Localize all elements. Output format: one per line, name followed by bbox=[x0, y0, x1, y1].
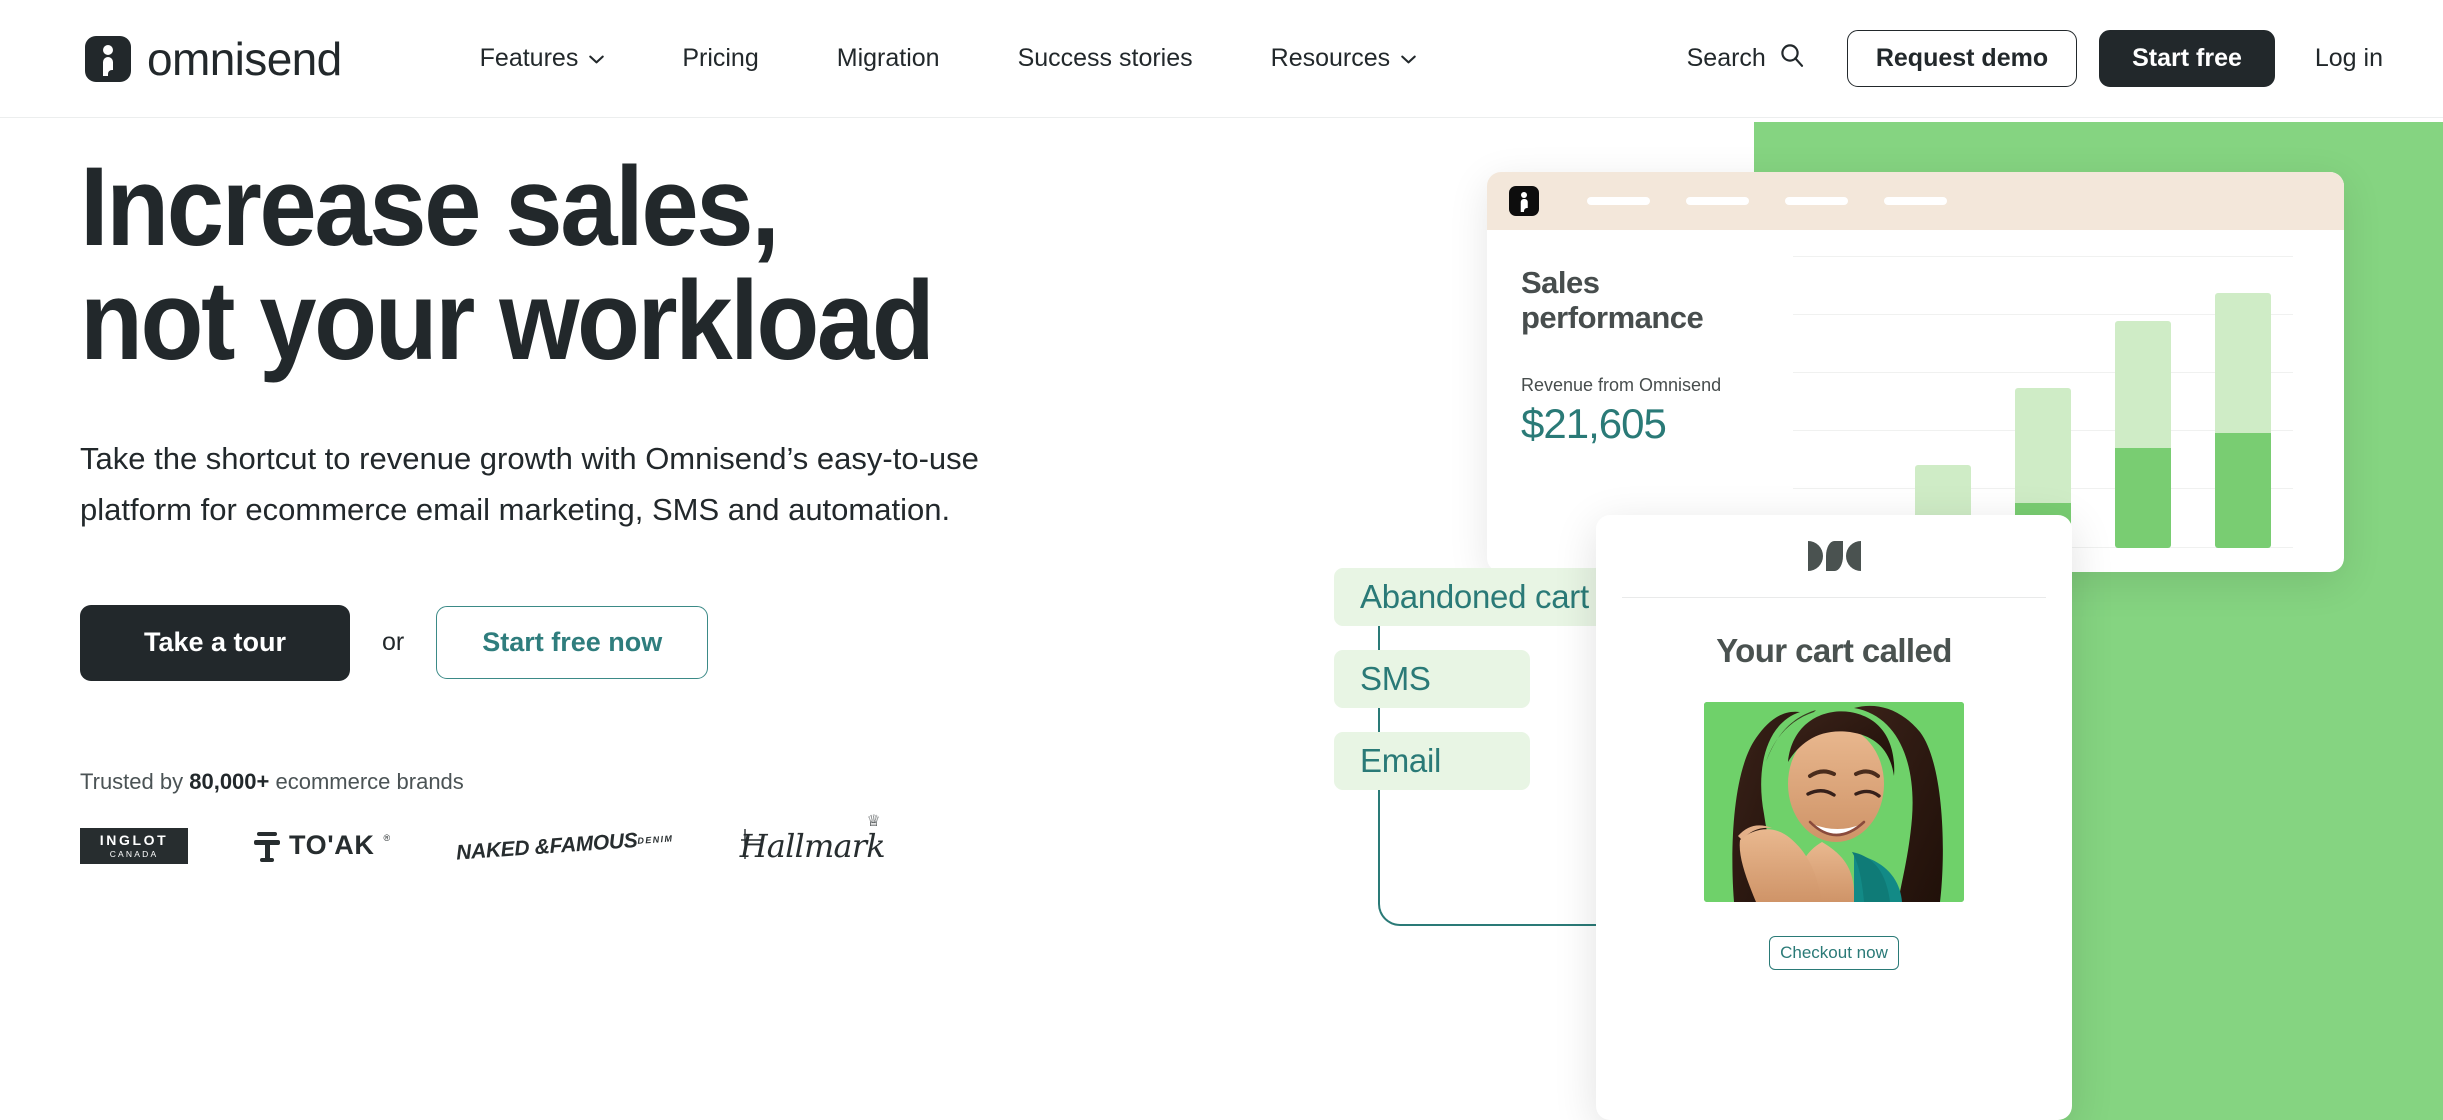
cta-separator-label: or bbox=[382, 628, 405, 657]
nav-placeholder-pill bbox=[1686, 197, 1749, 205]
chart-bar-segment-base bbox=[2215, 433, 2271, 548]
inglot-name: INGLOT bbox=[99, 832, 169, 849]
chart-bars-container bbox=[1793, 256, 2293, 548]
hero-subhead: Take the shortcut to revenue growth with… bbox=[80, 441, 979, 527]
hallmark-cross-icon bbox=[740, 828, 762, 859]
logo-wordmark: omnisend bbox=[147, 32, 342, 85]
login-link[interactable]: Log in bbox=[2315, 44, 2383, 73]
chevron-down-icon bbox=[1401, 55, 1416, 64]
trusted-count: 80,000+ bbox=[189, 768, 270, 794]
omnisend-logo-icon bbox=[85, 35, 131, 82]
hero-content: Increase sales, not your workload Take t… bbox=[80, 149, 1480, 865]
omnisend-mark-icon bbox=[1509, 186, 1539, 216]
dashboard-nav-placeholders bbox=[1587, 197, 1947, 205]
chip-label: Email bbox=[1360, 742, 1442, 779]
omnisend-logo[interactable]: omnisend bbox=[85, 32, 342, 86]
chart-bar-segment-growth bbox=[2115, 320, 2171, 448]
nav-item-pricing[interactable]: Pricing bbox=[656, 34, 784, 83]
nav-item-features[interactable]: Features bbox=[454, 34, 631, 83]
take-a-tour-button[interactable]: Take a tour bbox=[80, 604, 350, 681]
trusted-suffix: ecommerce brands bbox=[269, 768, 464, 794]
divider bbox=[1622, 597, 2046, 598]
checkout-now-button[interactable]: Checkout now bbox=[1769, 936, 1899, 970]
email-headline: Your cart called bbox=[1716, 632, 1952, 669]
trusted-by-text: Trusted by 80,000+ ecommerce brands bbox=[80, 769, 1480, 795]
chart-bar-slot bbox=[1893, 256, 1993, 548]
nav-label: Migration bbox=[836, 44, 940, 72]
dashboard-title-line-2: performance bbox=[1521, 299, 1704, 335]
headline-line-2: not your workload bbox=[80, 258, 935, 384]
header-actions: Search Request demo Start free Log in bbox=[1683, 30, 2383, 87]
page-title: Increase sales, not your workload bbox=[80, 149, 1368, 384]
chart-bar-slot bbox=[2193, 256, 2293, 548]
email-hero-photo bbox=[1704, 702, 1964, 902]
dashboard-title: Sales performance bbox=[1521, 265, 1751, 335]
chart-bar-slot bbox=[1993, 256, 2093, 548]
nav-label: Success stories bbox=[1017, 44, 1193, 72]
flow-chip-sms[interactable]: SMS bbox=[1334, 650, 1530, 708]
nf-line-1: NAKED & bbox=[455, 834, 551, 865]
toak-registered-mark: ® bbox=[383, 832, 391, 843]
headline-line-1: Increase sales, bbox=[80, 144, 780, 269]
chart-bar-segment-growth bbox=[2015, 388, 2071, 504]
nav-item-migration[interactable]: Migration bbox=[811, 34, 966, 83]
nav-label: Resources bbox=[1270, 44, 1391, 72]
chart-bar bbox=[2215, 292, 2271, 548]
sales-dashboard-card: Sales performance Revenue from Omnisend … bbox=[1487, 172, 2344, 572]
toak-glyph-icon bbox=[254, 829, 280, 863]
flow-chip-email[interactable]: Email bbox=[1334, 732, 1530, 790]
email-preview-card: Your cart called Checkout now bbox=[1596, 515, 2072, 1120]
nf-line-2: FAMOUS bbox=[548, 828, 639, 858]
search-button[interactable]: Search bbox=[1683, 34, 1809, 83]
brand-mark-icon bbox=[1596, 515, 2072, 597]
inglot-sub: CANADA bbox=[109, 849, 159, 860]
nav-placeholder-pill bbox=[1785, 197, 1848, 205]
nav-label: Pricing bbox=[682, 44, 759, 72]
nf-line-3: DENIM bbox=[637, 833, 674, 846]
hero-page: omnisend Features Pricing Migration Succ… bbox=[0, 0, 2443, 1120]
chart-bar bbox=[2115, 320, 2171, 548]
trusted-prefix: Trusted by bbox=[80, 768, 190, 794]
nav-item-resources[interactable]: Resources bbox=[1245, 34, 1443, 83]
chip-label: Abandoned cart bbox=[1360, 578, 1589, 615]
site-header: omnisend Features Pricing Migration Succ… bbox=[0, 0, 2443, 118]
chart-bar-segment-growth bbox=[2215, 292, 2271, 434]
brand-logo-inglot: INGLOT CANADA bbox=[80, 827, 188, 864]
flow-connector-segment bbox=[1378, 708, 1380, 732]
chart-bar-slot bbox=[2093, 256, 2193, 548]
start-free-button[interactable]: Start free bbox=[2099, 30, 2275, 87]
brand-logos-row: INGLOT CANADA TO'AK ® NAKED & FAMOUS DEN… bbox=[80, 813, 1480, 865]
flow-connector-segment bbox=[1378, 626, 1380, 650]
primary-navigation: Features Pricing Migration Success stori… bbox=[454, 34, 1442, 83]
chart-bar-segment-base bbox=[2115, 447, 2171, 548]
request-demo-button[interactable]: Request demo bbox=[1846, 30, 2078, 87]
nav-label: Features bbox=[479, 44, 579, 72]
brand-logo-toak: TO'AK ® bbox=[254, 829, 390, 863]
nav-placeholder-pill bbox=[1884, 197, 1947, 205]
brand-logo-naked-and-famous: NAKED & FAMOUS DENIM bbox=[455, 828, 675, 865]
search-icon bbox=[1779, 42, 1805, 75]
dashboard-card-header bbox=[1487, 172, 2344, 230]
chart-bar-slot bbox=[1793, 256, 1893, 548]
start-free-now-button[interactable]: Start free now bbox=[436, 606, 709, 680]
toak-name: TO'AK bbox=[289, 830, 375, 861]
hero-cta-row: Take a tour or Start free now bbox=[80, 604, 1480, 681]
search-label: Search bbox=[1686, 44, 1766, 72]
dashboard-title-line-1: Sales bbox=[1521, 265, 1600, 300]
sales-bar-chart bbox=[1793, 256, 2293, 548]
crown-icon: ♕ bbox=[866, 812, 881, 830]
nav-placeholder-pill bbox=[1587, 197, 1650, 205]
nav-item-success-stories[interactable]: Success stories bbox=[992, 34, 1219, 83]
chip-label: SMS bbox=[1360, 660, 1431, 697]
chevron-down-icon bbox=[589, 55, 605, 64]
brand-logo-hallmark: ♕ Hallmark bbox=[740, 813, 886, 865]
